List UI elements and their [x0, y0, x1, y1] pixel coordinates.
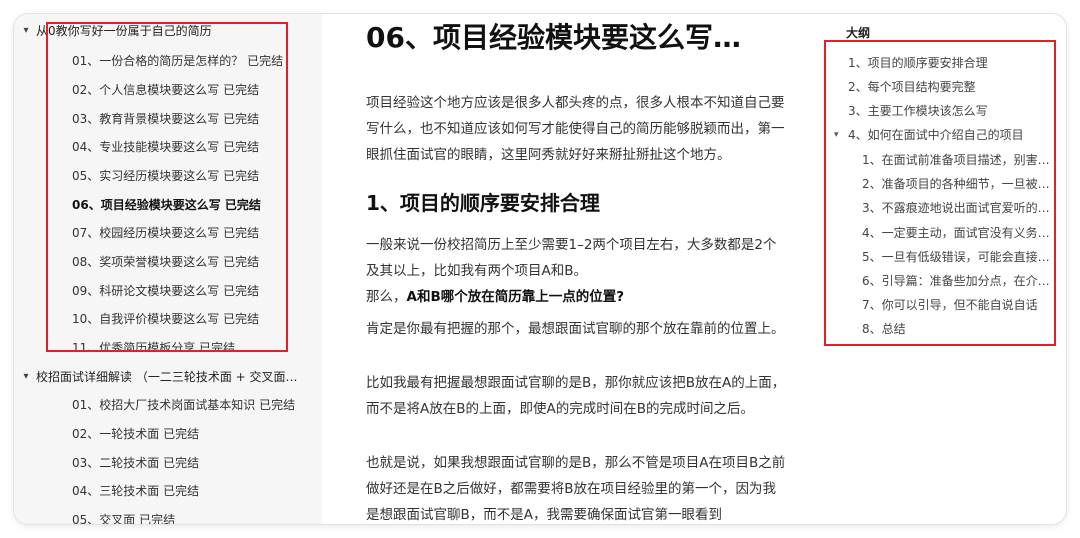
outline-heading: 大纲: [846, 26, 871, 40]
sidebar-item-interview-04[interactable]: 04、三轮技术面 已完结: [14, 482, 306, 500]
chevron-down-icon[interactable]: ▾: [20, 22, 32, 40]
chevron-down-icon[interactable]: ▾: [20, 368, 32, 386]
outline-item-3[interactable]: 3、主要工作模块该怎么写: [848, 102, 988, 120]
sidebar-item-05[interactable]: 05、实习经历模块要这么写 已完结: [14, 167, 306, 185]
outline-item-4[interactable]: ▾ 4、如何在面试中介绍自己的项目: [834, 126, 1024, 144]
sidebar-group-label: 从0教你写好一份属于自己的简历: [36, 24, 212, 38]
paragraph-4: 比如我最有把握最想跟面试官聊的是B，那你就应该把B放在A的上面，而不是将A放在B…: [366, 375, 786, 417]
sidebar-item-interview-02[interactable]: 02、一轮技术面 已完结: [14, 425, 306, 443]
outline-subitem-7[interactable]: 7、你可以引导，但不能自说自话: [862, 296, 1038, 314]
sidebar-item-08[interactable]: 08、奖项荣誉模块要这么写 已完结: [14, 253, 306, 271]
outline-subitem-5[interactable]: 5、一旦有低级错误，可能会直接…: [862, 248, 1050, 266]
app-window: ▾ 从0教你写好一份属于自己的简历 01、一份合格的简历是怎样的？ 已完结 02…: [14, 14, 1066, 524]
outline-subitem-1[interactable]: 1、在面试前准备项目描述，别害…: [862, 151, 1050, 169]
sidebar-group-interview[interactable]: ▾ 校招面试详细解读 （一二三轮技术面 + 交叉面…: [14, 368, 314, 386]
article: 06、项目经验模块要这么写… 项目经验这个地方应该是很多人都头疼的点，很多人根本…: [352, 14, 792, 524]
sidebar-item-interview-03[interactable]: 03、二轮技术面 已完结: [14, 454, 306, 472]
chevron-down-icon[interactable]: ▾: [834, 126, 839, 144]
paragraph-5: 也就是说，如果我想跟面试官聊的是B，那么不管是项目A在项目B之前做好还是在B之后…: [366, 455, 786, 523]
sidebar-item-11[interactable]: 11、优秀简历模板分享 已完结: [14, 339, 306, 351]
outline-subitem-2[interactable]: 2、准备项目的各种细节，一旦被…: [862, 175, 1050, 193]
sidebar-item-01[interactable]: 01、一份合格的简历是怎样的？ 已完结: [14, 52, 306, 70]
paragraph-3: 肯定是你最有把握的那个，最想跟面试官聊的那个放在靠前的位置上。: [366, 321, 785, 337]
intro-paragraph: 项目经验这个地方应该是很多人都头疼的点，很多人根本不知道自己要写什么，也不知道应…: [366, 95, 785, 163]
sidebar-group-label: 校招面试详细解读 （一二三轮技术面 + 交叉面…: [36, 370, 298, 384]
sidebar-item-07[interactable]: 07、校园经历模块要这么写 已完结: [14, 224, 306, 242]
outline-item-4-label: 4、如何在面试中介绍自己的项目: [848, 128, 1024, 142]
outline-item-2[interactable]: 2、每个项目结构要完整: [848, 78, 976, 96]
outline-item-1[interactable]: 1、项目的顺序要安排合理: [848, 54, 988, 72]
paragraph-2-prefix: 那么，: [366, 289, 407, 305]
outline-subitem-4[interactable]: 4、一定要主动，面试官没有义务…: [862, 224, 1050, 242]
page-title: 06、项目经验模块要这么写…: [366, 21, 741, 54]
sidebar-item-06-active[interactable]: 06、项目经验模块要这么写 已完结: [14, 196, 306, 214]
sidebar: ▾ 从0教你写好一份属于自己的简历 01、一份合格的简历是怎样的？ 已完结 02…: [14, 14, 322, 524]
sidebar-item-interview-01[interactable]: 01、校招大厂技术岗面试基本知识 已完结: [14, 396, 306, 414]
sidebar-item-03[interactable]: 03、教育背景模块要这么写 已完结: [14, 110, 306, 128]
sidebar-item-02[interactable]: 02、个人信息模块要这么写 已完结: [14, 81, 306, 99]
paragraph-1: 一般来说一份校招简历上至少需要1–2两个项目左右，大多数都是2个及其以上，比如我…: [366, 237, 777, 279]
paragraph-2-bold: A和B哪个放在简历靠上一点的位置?: [406, 289, 625, 305]
sidebar-item-04[interactable]: 04、专业技能模块要这么写 已完结: [14, 138, 306, 156]
sidebar-item-09[interactable]: 09、科研论文模块要这么写 已完结: [14, 282, 306, 300]
sidebar-group-resume[interactable]: ▾ 从0教你写好一份属于自己的简历: [14, 22, 212, 40]
sidebar-item-interview-05[interactable]: 05、交叉面 已完结: [14, 511, 306, 524]
section-heading: 1、项目的顺序要安排合理: [366, 191, 600, 215]
paragraph-2: 那么，A和B哪个放在简历靠上一点的位置?: [366, 284, 786, 310]
outline-subitem-3[interactable]: 3、不露痕迹地说出面试官爱听的…: [862, 199, 1050, 217]
outline-subitem-8[interactable]: 8、总结: [862, 320, 906, 338]
sidebar-item-10[interactable]: 10、自我评价模块要这么写 已完结: [14, 310, 306, 328]
outline-subitem-6[interactable]: 6、引导篇：准备些加分点，在介…: [862, 272, 1050, 290]
